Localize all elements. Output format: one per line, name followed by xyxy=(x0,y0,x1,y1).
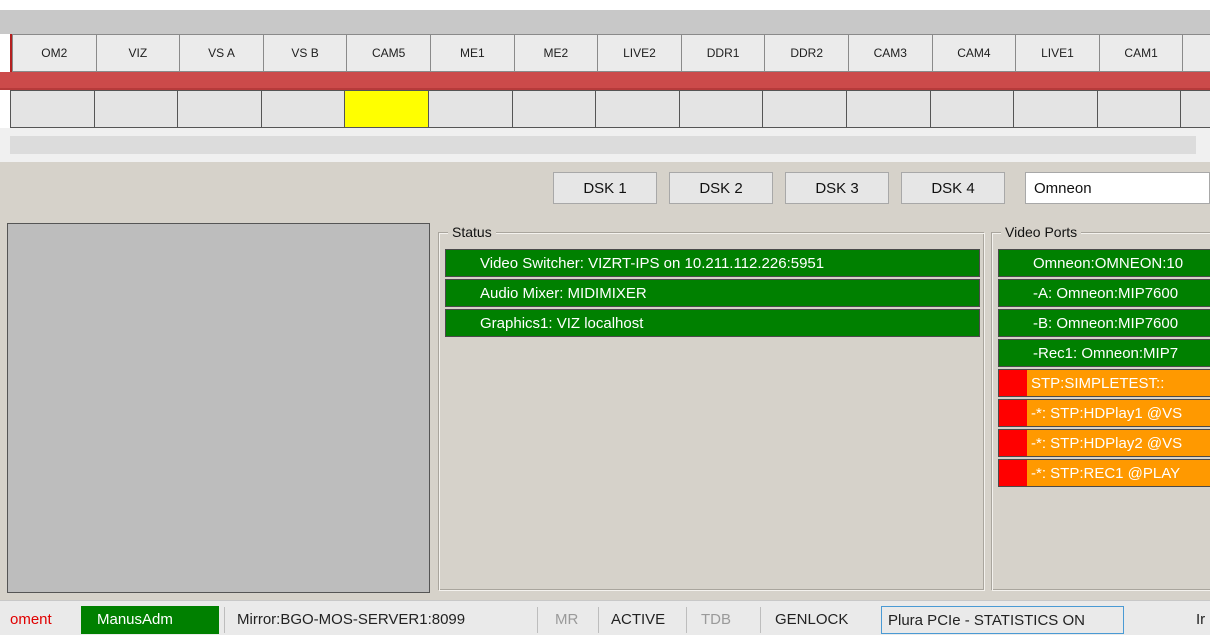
video-port-row: -A: Omneon:MIP7600 xyxy=(998,279,1210,307)
source-button-bar: OM2 VIZ VS A VS B CAM5 ME1 ME2 LIVE2 DDR1 DDR2 CAM… xyxy=(10,34,1210,72)
video-port-row: Omneon:OMNEON:10 xyxy=(998,249,1210,277)
status-group: Status Video Switcher: VIZRT-IPS on 10.2… xyxy=(439,224,985,591)
source-button[interactable]: VS A xyxy=(179,34,264,72)
source-button[interactable]: ME1 xyxy=(430,34,515,72)
video-port-row: -*: STP:HDPlay1 @VS xyxy=(998,399,1210,427)
port-error-indicator xyxy=(999,460,1027,486)
video-port-label: -A: Omneon:MIP7600 xyxy=(1033,285,1179,302)
tally-indicator xyxy=(428,90,513,128)
tally-indicator xyxy=(762,90,847,128)
tally-indicator xyxy=(595,90,680,128)
title-band xyxy=(0,10,1210,34)
status-separator xyxy=(760,607,761,633)
genlock-indicator: GENLOCK xyxy=(775,611,849,628)
card-statistics-indicator: Plura PCIe - STATISTICS ON xyxy=(881,606,1124,634)
tdb-indicator: TDB xyxy=(701,611,731,628)
window-top-edge xyxy=(0,0,1210,10)
video-port-label: Omneon:OMNEON:10 xyxy=(1033,255,1184,272)
tally-row xyxy=(10,90,1210,128)
source-button[interactable]: LIVE1 xyxy=(1015,34,1100,72)
port-error-indicator xyxy=(999,430,1027,456)
source-button[interactable]: ME2 xyxy=(513,34,599,72)
tally-indicator xyxy=(1180,90,1210,128)
tally-indicator xyxy=(93,90,179,128)
source-button[interactable]: LIVE2 xyxy=(597,34,682,72)
video-ports-group: Video Ports Omneon:OMNEON:10 -A: Omneon:M… xyxy=(992,224,1210,591)
port-error-indicator xyxy=(999,400,1027,426)
port-error-indicator xyxy=(999,370,1027,396)
source-button[interactable]: DDR1 xyxy=(680,34,766,72)
tally-indicator xyxy=(511,90,597,128)
video-port-row: -*: STP:HDPlay2 @VS xyxy=(998,429,1210,457)
source-button[interactable]: CAM5 xyxy=(346,34,431,72)
source-button[interactable]: CAM4 xyxy=(931,34,1017,72)
video-port-row: -B: Omneon:MIP7600 xyxy=(998,309,1210,337)
status-separator xyxy=(537,607,538,633)
dsk3-button[interactable]: DSK 3 xyxy=(785,172,889,204)
dsk2-button[interactable]: DSK 2 xyxy=(669,172,773,204)
video-port-row: -*: STP:REC1 @PLAY xyxy=(998,459,1210,487)
user-indicator: ManusAdm xyxy=(81,606,219,634)
tally-indicator xyxy=(177,90,262,128)
video-port-label: STP:SIMPLETEST:: xyxy=(1031,375,1165,392)
horizontal-scroll-area xyxy=(0,128,1210,162)
status-row-audio-mixer: Audio Mixer: MIDIMIXER xyxy=(445,279,980,307)
source-button[interactable]: CAM3 xyxy=(848,34,933,72)
program-bus-bar xyxy=(0,72,1210,90)
status-separator xyxy=(598,607,599,633)
status-group-title: Status xyxy=(448,224,496,240)
active-indicator: ACTIVE xyxy=(611,611,666,628)
dsk4-button[interactable]: DSK 4 xyxy=(901,172,1005,204)
horizontal-scrollbar[interactable] xyxy=(10,136,1196,154)
status-bar-truncated-right: Ir xyxy=(1196,611,1206,628)
dsk1-button[interactable]: DSK 1 xyxy=(553,172,657,204)
tally-indicator xyxy=(678,90,764,128)
status-separator xyxy=(224,607,225,633)
tally-indicator xyxy=(929,90,1015,128)
main-panel: DSK 1 DSK 2 DSK 3 DSK 4 Omneon Status Vi… xyxy=(0,162,1210,600)
video-ports-group-title: Video Ports xyxy=(1001,224,1082,240)
status-bar-truncated-left: oment xyxy=(10,611,52,628)
video-server-select[interactable]: Omneon xyxy=(1025,172,1210,204)
tally-indicator xyxy=(260,90,346,128)
mirror-server: Mirror:BGO-MOS-SERVER1:8099 xyxy=(237,611,466,628)
video-port-label: -Rec1: Omneon:MIP7 xyxy=(1033,345,1179,362)
tally-indicator xyxy=(1013,90,1098,128)
source-button[interactable]: VIZ xyxy=(95,34,181,72)
tally-indicator xyxy=(10,90,95,128)
source-button[interactable]: C xyxy=(1182,34,1210,72)
mr-indicator: MR xyxy=(555,611,579,628)
status-separator xyxy=(686,607,687,633)
tally-indicator xyxy=(344,90,429,128)
tally-indicator xyxy=(846,90,931,128)
video-port-label: -*: STP:HDPlay1 @VS xyxy=(1031,405,1183,422)
status-row-graphics: Graphics1: VIZ localhost xyxy=(445,309,980,337)
source-button[interactable]: DDR2 xyxy=(764,34,849,72)
video-port-label: -*: STP:HDPlay2 @VS xyxy=(1031,435,1183,452)
source-button[interactable]: VS B xyxy=(262,34,348,72)
video-preview xyxy=(7,223,430,593)
tally-indicator xyxy=(1096,90,1182,128)
video-port-row: -Rec1: Omneon:MIP7 xyxy=(998,339,1210,367)
source-button[interactable]: CAM1 xyxy=(1098,34,1184,72)
status-bar: oment ManusAdm Mirror:BGO-MOS-SERVER1:80… xyxy=(0,600,1210,635)
video-port-label: -B: Omneon:MIP7600 xyxy=(1033,315,1179,332)
source-button[interactable]: OM2 xyxy=(12,34,97,72)
status-row-video-switcher: Video Switcher: VIZRT-IPS on 10.211.112.… xyxy=(445,249,980,277)
video-port-row: STP:SIMPLETEST:: xyxy=(998,369,1210,397)
video-port-label: -*: STP:REC1 @PLAY xyxy=(1031,465,1181,482)
